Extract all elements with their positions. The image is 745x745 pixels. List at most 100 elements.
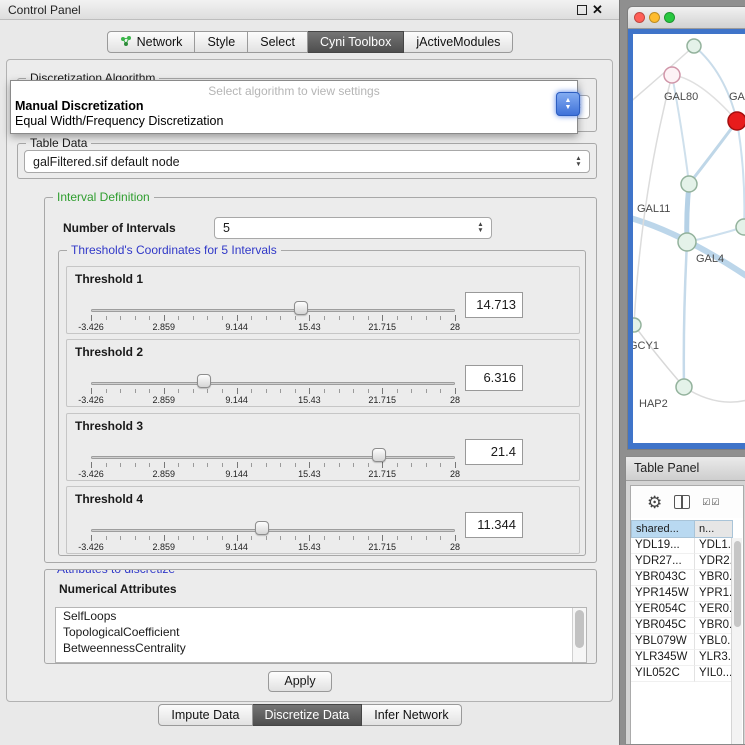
threshold-value-field[interactable]: 21.4 — [465, 439, 523, 465]
table-row[interactable]: YBL079WYBL0... — [631, 634, 733, 650]
dropdown-item-equal-width-frequency-discretization[interactable]: Equal Width/Frequency Discretization — [11, 113, 577, 128]
threshold-value-field[interactable]: 11.344 — [465, 512, 523, 538]
table-row[interactable]: YBR045CYBR0... — [631, 618, 733, 634]
tab-infer-network[interactable]: Infer Network — [362, 704, 461, 726]
minimize-traffic-light[interactable] — [649, 12, 660, 23]
slider-track[interactable] — [91, 456, 455, 459]
table-cell[interactable]: YDL1... — [695, 538, 733, 554]
tab-jactivemodules[interactable]: jActiveModules — [404, 31, 513, 53]
list-item-betweennesscentrality[interactable]: BetweennessCentrality — [56, 640, 586, 656]
spinner-arrows-icon: ▲▼ — [473, 218, 488, 238]
network-edge[interactable] — [737, 121, 744, 227]
table-row[interactable]: YBR043CYBR0... — [631, 570, 733, 586]
slider-thumb[interactable] — [197, 374, 211, 388]
zoom-traffic-light[interactable] — [664, 12, 675, 23]
table-row[interactable]: YIL052CYIL0... — [631, 666, 733, 682]
table-row[interactable]: YDR27...YDR2... — [631, 554, 733, 570]
network-edge[interactable] — [689, 121, 737, 184]
network-edge[interactable] — [634, 325, 684, 387]
list-item-selfloops[interactable]: SelfLoops — [56, 608, 586, 624]
table-cell[interactable]: YBL079W — [631, 634, 695, 650]
gear-icon[interactable]: ⚙ — [647, 494, 662, 511]
network-edge[interactable] — [634, 75, 672, 325]
control-panel-titlebar[interactable]: Control Panel ✕ — [0, 0, 619, 20]
tab-style[interactable]: Style — [195, 31, 248, 53]
table-cell[interactable]: YBL0... — [695, 634, 733, 650]
close-traffic-light[interactable] — [634, 12, 645, 23]
tab-impute-data[interactable]: Impute Data — [158, 704, 252, 726]
slider-tick — [106, 316, 107, 320]
slider-thumb[interactable] — [255, 521, 269, 535]
table-data-groupbox: Table Data galFiltered.sif default node … — [17, 143, 597, 179]
network-node-green[interactable] — [736, 219, 745, 235]
network-edge[interactable] — [684, 242, 687, 387]
network-node-red[interactable] — [728, 112, 745, 130]
slider-thumb[interactable] — [294, 301, 308, 315]
table-row[interactable]: YER054CYER0... — [631, 602, 733, 618]
table-scrollbar[interactable] — [731, 538, 742, 744]
tab-label: Cyni Toolbox — [320, 35, 391, 49]
float-window-icon[interactable] — [577, 5, 587, 15]
table-row[interactable]: YPR145WYPR1... — [631, 586, 733, 602]
tab-select[interactable]: Select — [248, 31, 308, 53]
table-cell[interactable]: YDR27... — [631, 554, 695, 570]
table-data-combobox[interactable]: galFiltered.sif default node ▲▼ — [24, 150, 590, 173]
table-cell[interactable]: YBR043C — [631, 570, 695, 586]
network-node-green[interactable] — [676, 379, 692, 395]
list-item-topologicalcoefficient[interactable]: TopologicalCoefficient — [56, 624, 586, 640]
table-cell[interactable]: YER054C — [631, 602, 695, 618]
table-row[interactable]: YDL19...YDL1... — [631, 538, 733, 554]
column-header-n-[interactable]: n... — [695, 520, 733, 538]
threshold-value-field[interactable]: 14.713 — [465, 292, 523, 318]
tab-discretize-data[interactable]: Discretize Data — [253, 704, 363, 726]
table-cell[interactable]: YDL19... — [631, 538, 695, 554]
table-row[interactable]: YLR345WYLR3... — [631, 650, 733, 666]
table-cell[interactable]: YIL0... — [695, 666, 733, 682]
table-cell[interactable]: YBR0... — [695, 570, 733, 586]
apply-button[interactable]: Apply — [268, 671, 332, 692]
list-scrollbar[interactable] — [572, 608, 586, 662]
algorithm-combobox-arrows-button[interactable]: ▲▼ — [556, 92, 580, 116]
network-edge[interactable] — [694, 46, 737, 121]
network-node-pink[interactable] — [664, 67, 680, 83]
dropdown-hint-item: Select algorithm to view settings — [11, 81, 577, 98]
tab-network[interactable]: Network — [107, 31, 196, 53]
column-header-shared-[interactable]: shared... — [631, 520, 695, 538]
columns-icon[interactable] — [674, 495, 690, 509]
slider-tick — [149, 389, 150, 393]
network-node-green[interactable] — [678, 233, 696, 251]
scrollbar-thumb[interactable] — [734, 541, 741, 627]
threshold-value-field[interactable]: 6.316 — [465, 365, 523, 391]
dropdown-item-manual-discretization[interactable]: Manual Discretization — [11, 98, 577, 113]
network-edge[interactable] — [684, 387, 745, 402]
table-cell[interactable]: YDR2... — [695, 554, 733, 570]
table-cell[interactable]: YER0... — [695, 602, 733, 618]
network-window-titlebar[interactable] — [628, 7, 745, 29]
table-cell[interactable]: YBR0... — [695, 618, 733, 634]
table-cell[interactable]: YLR345W — [631, 650, 695, 666]
table-cell[interactable]: YPR145W — [631, 586, 695, 602]
slider-tick — [91, 462, 92, 468]
network-node-green[interactable] — [687, 39, 701, 53]
slider-track[interactable] — [91, 382, 455, 385]
slider-thumb[interactable] — [372, 448, 386, 462]
table-cell[interactable]: YLR3... — [695, 650, 733, 666]
slider-track[interactable] — [91, 529, 455, 532]
slider-track[interactable] — [91, 309, 455, 312]
table-cell[interactable]: YBR045C — [631, 618, 695, 634]
network-node-green[interactable] — [681, 176, 697, 192]
close-icon[interactable]: ✕ — [592, 2, 603, 18]
table-cell[interactable]: YIL052C — [631, 666, 695, 682]
numerical-attributes-list[interactable]: SelfLoopsTopologicalCoefficientBetweenne… — [55, 607, 587, 663]
network-node-green[interactable] — [633, 318, 641, 332]
slider-tick-label: 15.43 — [298, 322, 321, 332]
scrollbar-thumb[interactable] — [575, 610, 584, 648]
slider-tick — [455, 315, 456, 321]
table-panel-titlebar[interactable]: Table Panel — [626, 457, 745, 481]
slider-tick — [455, 462, 456, 468]
number-of-intervals-combobox[interactable]: 5 ▲▼ — [214, 217, 492, 239]
tab-cyni-toolbox[interactable]: Cyni Toolbox — [308, 31, 404, 53]
network-canvas[interactable]: GAL80GAGAL11GAL4GCY1HAP2 — [633, 34, 745, 443]
checkbox-icons[interactable]: ☑☑ — [702, 497, 720, 508]
table-cell[interactable]: YPR1... — [695, 586, 733, 602]
